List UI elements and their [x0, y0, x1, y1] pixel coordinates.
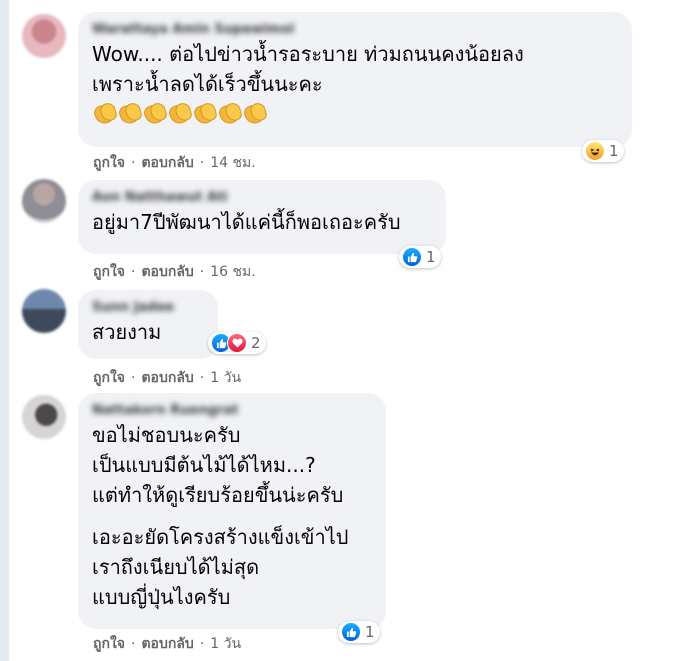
- clapping-hands-icon: [192, 101, 216, 125]
- comment-text-line: ขอไม่ชอบนะครับ: [92, 423, 241, 447]
- comment-author[interactable]: Aon Natthawut Ati: [92, 189, 432, 207]
- reply-link[interactable]: ตอบกลับ: [141, 633, 193, 655]
- avatar[interactable]: [22, 289, 66, 333]
- comment-text-line: แบบญี่ปุ่นไงครับ: [92, 585, 231, 609]
- comment-timestamp[interactable]: 16 ชม.: [210, 261, 255, 283]
- comment-actions: ถูกใจ · ตอบกลับ · 1 วัน: [93, 367, 241, 389]
- clapping-hands-icon: [167, 101, 191, 125]
- left-panel-edge: [0, 0, 9, 661]
- comment-text-line: แต่ทำให้ดูเรียบร้อยขึ้นน่ะครับ: [92, 483, 344, 507]
- comment-author[interactable]: Sunn Jadee: [92, 299, 204, 317]
- clapping-hands-icon: [242, 101, 266, 125]
- comment-actions: ถูกใจ · ตอบกลับ · 1 วัน: [93, 633, 241, 655]
- reaction-summary[interactable]: 1: [338, 621, 380, 643]
- comment-text-line: สวยงาม: [92, 320, 162, 344]
- reaction-count: 1: [609, 142, 619, 160]
- comment-bubble: Nattakorn Ruengrat ขอไม่ชอบนะครับ เป็นแบ…: [78, 393, 386, 629]
- reply-link[interactable]: ตอบกลับ: [141, 152, 193, 174]
- like-link[interactable]: ถูกใจ: [93, 261, 125, 283]
- comment-text-line: เป็นแบบมีต้นไม้ได้ไหม...?: [92, 453, 316, 477]
- comment-bubble: Aon Natthawut Ati อยู่มา7ปีพัฒนาได้แค่นี…: [78, 180, 446, 254]
- reaction-count: 2: [251, 334, 261, 352]
- comment-timestamp[interactable]: 1 วัน: [210, 367, 241, 389]
- love-reaction-icon: [227, 333, 247, 353]
- clapping-hands-icon: [117, 101, 141, 125]
- comment-text-line: Wow.... ต่อไปข่าวน้ำรอระบาย ท่วมถนนคงน้อ…: [92, 42, 524, 66]
- comment-bubble: Sunn Jadee สวยงาม: [78, 290, 218, 359]
- like-reaction-icon: [341, 622, 361, 642]
- reaction-summary[interactable]: 1: [582, 140, 624, 162]
- separator-dot: ·: [199, 370, 205, 386]
- clapping-hands-icon: [142, 101, 166, 125]
- reaction-summary[interactable]: 2: [208, 332, 266, 354]
- like-reaction-icon: [402, 247, 422, 267]
- like-link[interactable]: ถูกใจ: [93, 152, 125, 174]
- comment-actions: ถูกใจ · ตอบกลับ · 16 ชม.: [93, 261, 256, 283]
- comment-text-line: อยู่มา7ปีพัฒนาได้แค่นี้ก็พอเถอะครับ: [92, 210, 401, 234]
- emoji-row: [92, 101, 618, 125]
- comment-author[interactable]: Warattaya Amin Supawimol: [92, 21, 618, 39]
- separator-dot: ·: [131, 370, 136, 386]
- like-link[interactable]: ถูกใจ: [93, 633, 125, 655]
- haha-reaction-icon: [585, 141, 605, 161]
- avatar[interactable]: [22, 179, 66, 223]
- like-link[interactable]: ถูกใจ: [93, 367, 125, 389]
- separator-dot: ·: [199, 636, 205, 652]
- comment-author[interactable]: Nattakorn Ruengrat: [92, 402, 372, 420]
- clapping-hands-icon: [217, 101, 241, 125]
- comment-text-line: เราถึงเนียบได้ไม่สุด: [92, 555, 260, 579]
- comment-actions: ถูกใจ · ตอบกลับ · 14 ชม.: [93, 152, 256, 174]
- separator-dot: ·: [131, 155, 136, 171]
- separator-dot: ·: [199, 264, 205, 280]
- comment-timestamp[interactable]: 14 ชม.: [210, 152, 255, 174]
- comment-timestamp[interactable]: 1 วัน: [210, 633, 241, 655]
- separator-dot: ·: [131, 264, 136, 280]
- reply-link[interactable]: ตอบกลับ: [141, 261, 193, 283]
- comment-text-line: เอะอะยัดโครงสร้างแข็งเข้าไป: [92, 525, 349, 549]
- avatar[interactable]: [22, 14, 66, 58]
- avatar[interactable]: [22, 395, 66, 439]
- separator-dot: ·: [131, 636, 136, 652]
- separator-dot: ·: [199, 155, 205, 171]
- reaction-count: 1: [426, 248, 436, 266]
- reply-link[interactable]: ตอบกลับ: [141, 367, 193, 389]
- comment-bubble: Warattaya Amin Supawimol Wow.... ต่อไปข่…: [78, 12, 632, 147]
- reaction-summary[interactable]: 1: [399, 246, 441, 268]
- clapping-hands-icon: [92, 101, 116, 125]
- reaction-count: 1: [365, 623, 375, 641]
- comment-text-line: เพราะน้ำลดได้เร็วขึ้นนะคะ: [92, 72, 323, 96]
